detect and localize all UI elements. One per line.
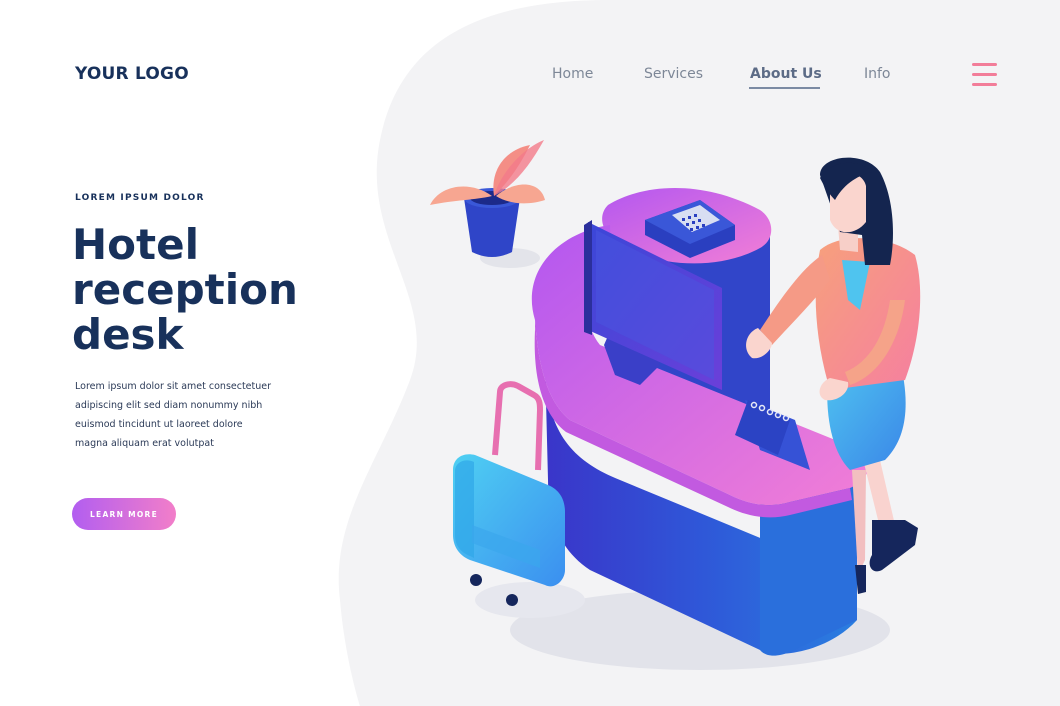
plant-icon xyxy=(430,140,545,268)
reception-illustration xyxy=(430,140,921,670)
